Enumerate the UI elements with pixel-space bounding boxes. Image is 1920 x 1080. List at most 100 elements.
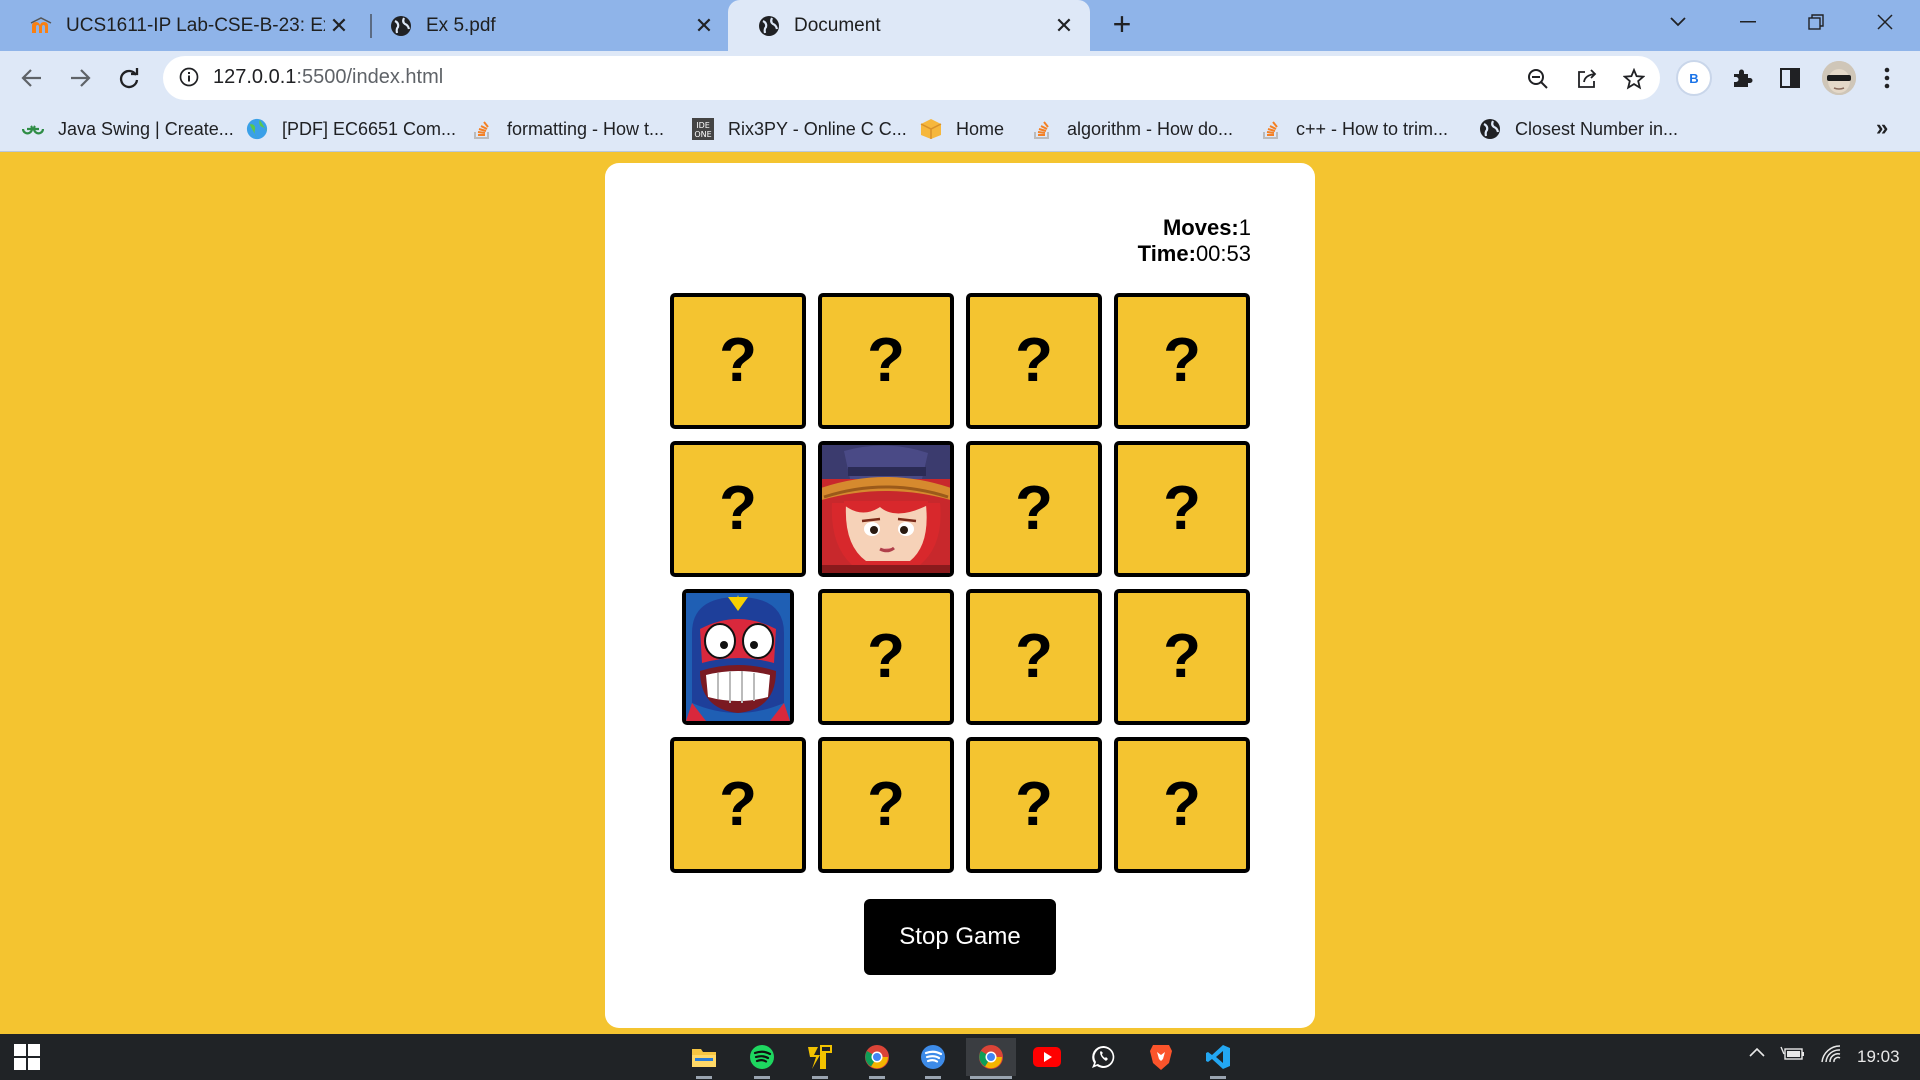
memory-card[interactable]: ? xyxy=(670,737,806,873)
side-panel-icon[interactable] xyxy=(1771,59,1809,97)
memory-card[interactable]: ? xyxy=(966,293,1102,429)
new-tab-button[interactable]: + xyxy=(1105,8,1139,42)
time-label: Time: xyxy=(1137,241,1196,266)
bookmark-item[interactable]: formatting - How t... xyxy=(471,115,664,143)
stackoverflow-icon xyxy=(1260,118,1282,140)
stop-game-button[interactable]: Stop Game xyxy=(864,899,1056,975)
bookmark-label: [PDF] EC6651 Com... xyxy=(282,118,457,139)
box-icon xyxy=(920,118,942,140)
svg-text:IDE: IDE xyxy=(696,121,710,130)
globe-icon xyxy=(390,15,412,37)
memory-card[interactable]: ? xyxy=(670,441,806,577)
share-icon[interactable] xyxy=(1573,65,1601,93)
memory-card-revealed[interactable] xyxy=(818,441,954,577)
reload-icon[interactable] xyxy=(110,59,148,97)
extensions-icon[interactable] xyxy=(1723,59,1761,97)
site-info-icon[interactable] xyxy=(179,67,199,92)
file-explorer-icon[interactable] xyxy=(679,1038,729,1079)
tab-ip-lab[interactable]: UCS1611-IP Lab-CSE-B-23: Ex 4: ✕ xyxy=(0,0,365,51)
tab-ex5-pdf[interactable]: Ex 5.pdf ✕ xyxy=(360,0,730,51)
chrome-icon[interactable] xyxy=(852,1038,902,1079)
tab-search-icon[interactable] xyxy=(1648,0,1708,44)
stackoverflow-icon xyxy=(471,118,493,140)
bookmarks-bar: Java Swing | Create... [PDF] EC6651 Com.… xyxy=(0,105,1920,152)
restore-icon[interactable] xyxy=(1786,0,1846,44)
moves-value: 1 xyxy=(1238,215,1251,240)
minimize-icon[interactable] xyxy=(1718,0,1778,44)
bookmark-item[interactable]: Java Swing | Create... xyxy=(22,115,234,143)
zoom-out-icon[interactable] xyxy=(1524,65,1552,93)
bookmark-label: Home xyxy=(956,118,1005,139)
back-icon[interactable] xyxy=(13,59,51,97)
moves-counter: Moves:1 xyxy=(1138,215,1251,241)
app-icon[interactable] xyxy=(795,1038,845,1079)
close-window-icon[interactable] xyxy=(1855,0,1915,44)
bookmark-item[interactable]: [PDF] EC6651 Com... xyxy=(246,115,456,143)
question-mark: ? xyxy=(719,326,757,395)
tab-document[interactable]: Document ✕ xyxy=(728,0,1090,51)
memory-card[interactable]: ? xyxy=(670,293,806,429)
url-path: :5500/index.html xyxy=(296,66,444,88)
avatar[interactable] xyxy=(1822,61,1856,95)
wifi-icon[interactable] xyxy=(1820,1044,1842,1069)
close-icon[interactable]: ✕ xyxy=(1050,12,1078,40)
bookmark-item[interactable]: Home xyxy=(920,115,1004,143)
url-text: 127.0.0.1:5500/index.html xyxy=(213,66,443,89)
chrome-active-icon[interactable] xyxy=(966,1038,1016,1079)
brave-icon[interactable] xyxy=(1136,1038,1186,1076)
ideone-icon: IDE ONE xyxy=(692,118,714,140)
bookmark-label: Closest Number in... xyxy=(1515,118,1679,139)
tab-title: Ex 5.pdf xyxy=(426,14,496,36)
question-mark: ? xyxy=(1163,770,1201,839)
battery-icon[interactable] xyxy=(1780,1045,1806,1068)
bookmark-label: algorithm - How do... xyxy=(1067,118,1234,139)
windows-start-icon[interactable] xyxy=(2,1038,52,1076)
tab-title: Document xyxy=(794,14,881,36)
memory-card[interactable]: ? xyxy=(818,589,954,725)
spotify-alt-icon[interactable] xyxy=(908,1038,958,1079)
memory-card[interactable]: ? xyxy=(966,441,1102,577)
menu-icon[interactable] xyxy=(1868,59,1906,97)
bookmark-item[interactable]: c++ - How to trim... xyxy=(1260,115,1448,143)
bookmark-star-icon[interactable] xyxy=(1620,65,1648,93)
question-mark: ? xyxy=(1015,474,1053,543)
vscode-icon[interactable] xyxy=(1193,1038,1243,1079)
close-icon[interactable]: ✕ xyxy=(690,12,718,40)
bookmarks-overflow-icon[interactable]: » xyxy=(1876,115,1888,141)
memory-card-revealed[interactable] xyxy=(682,589,794,725)
memory-card[interactable]: ? xyxy=(818,293,954,429)
profile-badge[interactable]: B xyxy=(1676,60,1712,96)
moves-label: Moves: xyxy=(1162,215,1239,240)
gfg-icon xyxy=(22,118,44,140)
memory-card[interactable]: ? xyxy=(1114,441,1250,577)
memory-card[interactable]: ? xyxy=(966,589,1102,725)
bookmark-item[interactable]: Closest Number in... xyxy=(1479,115,1678,143)
youtube-icon[interactable] xyxy=(1022,1038,1072,1076)
question-mark: ? xyxy=(1015,622,1053,691)
tray-chevron-icon[interactable] xyxy=(1748,1044,1766,1067)
question-mark: ? xyxy=(719,474,757,543)
bookmark-item[interactable]: IDE ONE Rix3PY - Online C C... xyxy=(692,115,907,143)
taskbar: 19:03 xyxy=(0,1034,1920,1080)
game-stats: Moves:1 Time:00:53 xyxy=(1138,215,1251,267)
globe-color-icon xyxy=(246,118,268,140)
question-mark: ? xyxy=(867,326,905,395)
tab-title: UCS1611-IP Lab-CSE-B-23: Ex 4: xyxy=(66,14,325,36)
clock[interactable]: 19:03 xyxy=(1857,1047,1900,1067)
spotify-icon[interactable] xyxy=(737,1038,787,1079)
whatsapp-icon[interactable] xyxy=(1079,1038,1129,1076)
time-value: 00:53 xyxy=(1195,241,1251,266)
memory-card[interactable]: ? xyxy=(1114,589,1250,725)
memory-card[interactable]: ? xyxy=(1114,293,1250,429)
memory-card[interactable]: ? xyxy=(1114,737,1250,873)
question-mark: ? xyxy=(1163,622,1201,691)
bookmark-item[interactable]: algorithm - How do... xyxy=(1031,115,1233,143)
memory-card[interactable]: ? xyxy=(818,737,954,873)
bookmark-label: formatting - How t... xyxy=(507,118,665,139)
browser-toolbar: 127.0.0.1:5500/index.html B xyxy=(0,51,1920,105)
forward-icon[interactable] xyxy=(61,59,99,97)
address-bar[interactable]: 127.0.0.1:5500/index.html xyxy=(163,56,1660,100)
memory-card[interactable]: ? xyxy=(966,737,1102,873)
close-icon[interactable]: ✕ xyxy=(325,12,353,40)
svg-text:ONE: ONE xyxy=(694,130,711,139)
